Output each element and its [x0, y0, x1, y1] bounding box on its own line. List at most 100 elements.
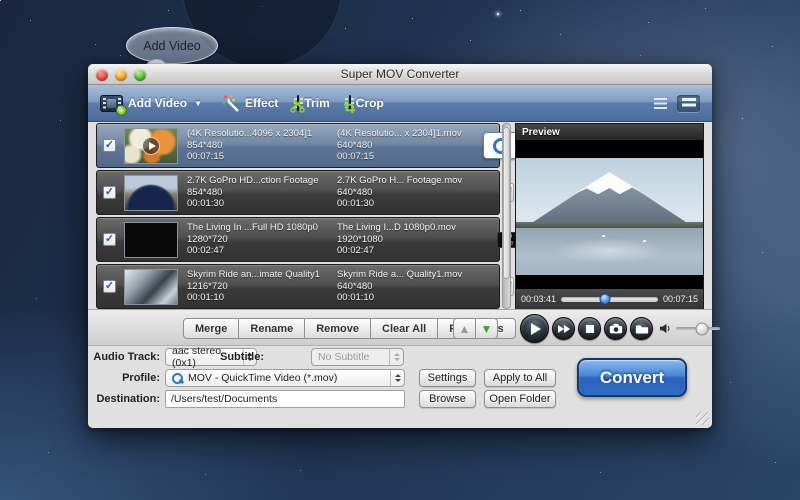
volume-slider[interactable] — [676, 322, 720, 335]
audio-track-label: Audio Track: — [93, 351, 160, 363]
stepper-icon — [389, 349, 403, 365]
resize-grip[interactable] — [696, 412, 709, 425]
video-row-4[interactable]: ✓ Skyrim Ride an...imate Quality1 1216*7… — [96, 264, 551, 309]
seek-bar: 00:03:41 00:07:15 — [516, 289, 703, 309]
callout-label: Add Video — [143, 38, 201, 53]
output-info: The Living I...D 1080p0.mov 1920*1080 00… — [337, 222, 456, 257]
row-checkbox[interactable]: ✓ — [103, 233, 116, 246]
profile-label: Profile: — [122, 372, 160, 384]
fast-forward-button[interactable] — [552, 317, 575, 340]
window-title: Super MOV Converter — [340, 67, 460, 81]
volume-thumb[interactable] — [695, 322, 709, 335]
merge-button[interactable]: Merge — [183, 318, 240, 339]
convert-button[interactable]: Convert — [577, 358, 687, 397]
row-checkbox[interactable]: ✓ — [103, 186, 116, 199]
destination-label: Destination: — [96, 393, 160, 405]
destination-input[interactable] — [165, 390, 405, 408]
zoom-button[interactable] — [134, 69, 146, 81]
row-checkbox[interactable]: ✓ — [103, 280, 116, 293]
browse-button[interactable]: Browse — [419, 390, 476, 408]
video-list: ✓ (4K Resolutio...4096 x 2304]1 854*480 … — [96, 123, 551, 309]
window-controls — [96, 69, 146, 81]
remove-button[interactable]: Remove — [304, 318, 371, 339]
fast-forward-icon — [557, 324, 570, 333]
film-add-icon: + — [100, 94, 127, 116]
up-arrow-icon: ▲ — [458, 321, 471, 336]
quicktime-icon — [172, 372, 183, 384]
output-info: 2.7K GoPro H... Footage.mov 640*480 00:0… — [337, 175, 463, 210]
list-scrollbar[interactable] — [502, 123, 511, 309]
open-folder-button[interactable]: Open Folder — [484, 390, 556, 408]
row-checkbox[interactable]: ✓ — [103, 139, 116, 152]
playback-controls — [515, 310, 720, 347]
play-button[interactable] — [520, 314, 549, 343]
output-info: Skyrim Ride a... Quality1.mov 640*480 00… — [337, 269, 463, 304]
preview-label: Preview — [522, 126, 560, 138]
chevron-down-icon: ▼ — [194, 98, 203, 108]
control-band: Merge Rename Remove Clear All Properties… — [88, 309, 720, 347]
output-info: (4K Resolutio... x 2304]1.mov 640*480 00… — [337, 128, 462, 163]
move-down-button[interactable]: ▼ — [475, 318, 498, 339]
move-up-button[interactable]: ▲ — [453, 318, 476, 339]
apply-to-all-button[interactable]: Apply to All — [484, 369, 556, 387]
video-row-1[interactable]: ✓ (4K Resolutio...4096 x 2304]1 854*480 … — [96, 123, 551, 168]
list-view-icon — [654, 97, 667, 109]
subtitle-label: Subtitle: — [220, 351, 264, 363]
crop-icon — [343, 101, 355, 114]
close-button[interactable] — [96, 69, 108, 81]
add-video-button[interactable]: + Add Video ▼ — [100, 94, 203, 116]
clear-all-button[interactable]: Clear All — [370, 318, 439, 339]
video-row-2[interactable]: ✓ 2.7K GoPro HD...ction Footage 854*480 … — [96, 170, 551, 215]
settings-button[interactable]: Settings — [419, 369, 476, 387]
subtitle-select[interactable]: No Subtitle — [311, 348, 404, 366]
seek-track[interactable] — [561, 293, 658, 305]
add-video-callout: Add Video — [126, 27, 218, 64]
play-icon — [530, 322, 541, 335]
source-info: (4K Resolutio...4096 x 2304]1 854*480 00… — [187, 128, 313, 163]
preview-panel: Preview 00:03:41 00:07:15 — [515, 123, 704, 309]
preview-video[interactable] — [516, 140, 703, 289]
total-time: 00:07:15 — [662, 294, 698, 304]
seek-thumb[interactable] — [599, 293, 611, 305]
output-settings: Audio Track: aac stereo (0x1) Subtitle: … — [88, 345, 712, 428]
minimize-button[interactable] — [115, 69, 127, 81]
profile-select[interactable]: MOV - QuickTime Video (*.mov) — [165, 369, 405, 387]
titlebar[interactable]: Super MOV Converter — [88, 64, 712, 85]
current-time: 00:03:41 — [521, 294, 557, 304]
folder-icon — [635, 325, 648, 334]
check-icon: ✓ — [104, 233, 115, 245]
stepper-icon — [390, 370, 404, 386]
speaker-icon[interactable] — [659, 323, 672, 334]
check-icon: ✓ — [104, 139, 115, 151]
rename-button[interactable]: Rename — [238, 318, 306, 339]
check-icon: ✓ — [104, 280, 115, 292]
trim-button[interactable]: Trim — [290, 95, 330, 113]
source-info: The Living In ...Full HD 1080p0 1280*720… — [187, 222, 318, 257]
video-row-3[interactable]: ✓ The Living In ...Full HD 1080p0 1280*7… — [96, 217, 551, 262]
magic-wand-icon — [222, 94, 239, 112]
list-view-button[interactable] — [649, 95, 672, 112]
video-frame — [516, 158, 703, 275]
video-thumbnail — [124, 174, 178, 211]
effect-button[interactable]: Effect — [221, 94, 278, 112]
crop-button[interactable]: Crop — [343, 95, 384, 114]
app-window: Super MOV Converter + Add Video ▼ Effect — [88, 64, 720, 428]
video-thumbnail — [124, 127, 178, 164]
detail-view-button[interactable] — [677, 94, 700, 112]
source-info: 2.7K GoPro HD...ction Footage 854*480 00… — [187, 175, 319, 210]
camera-icon — [609, 323, 622, 334]
down-arrow-icon: ▼ — [480, 321, 493, 336]
stop-icon — [585, 324, 594, 333]
scissors-icon — [290, 99, 306, 113]
scrollbar-thumb[interactable] — [503, 127, 510, 279]
stop-button[interactable] — [578, 317, 601, 340]
toolbar: + Add Video ▼ Effect Trim Crop — [88, 85, 712, 122]
check-icon: ✓ — [104, 186, 115, 198]
snapshot-button[interactable] — [604, 317, 627, 340]
video-thumbnail — [124, 221, 178, 258]
open-output-button[interactable] — [630, 317, 653, 340]
detail-view-icon — [681, 97, 696, 109]
play-overlay-icon[interactable] — [142, 136, 160, 155]
volume-control — [659, 322, 720, 335]
source-info: Skyrim Ride an...imate Quality1 1216*720… — [187, 269, 321, 304]
